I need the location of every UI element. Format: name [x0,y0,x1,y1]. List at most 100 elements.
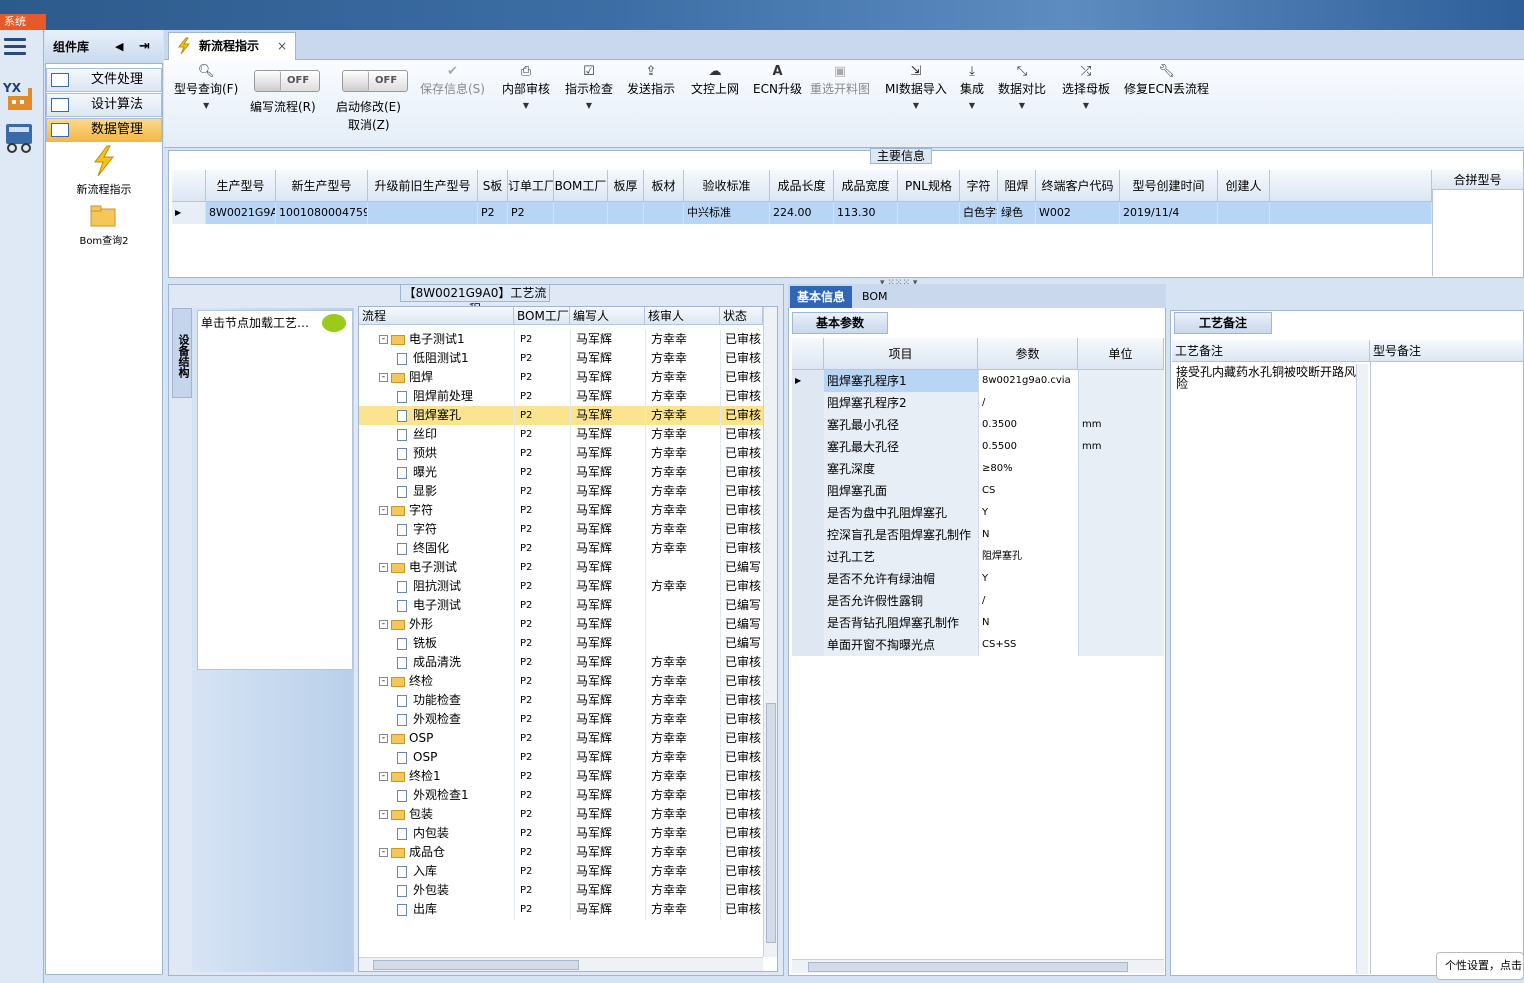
flow-node[interactable]: - 阻焊 [379,368,514,387]
col-header-8[interactable]: 板材 [644,170,684,202]
flow-row[interactable]: - 电子测试1 P2 马军辉 方幸幸 已审核 [359,330,763,349]
col-header-10[interactable]: 成品长度 [770,170,834,202]
flow-row[interactable]: 电子测试 P2 马军辉 已编写 [359,596,763,615]
params-horizontal-scrollbar[interactable] [792,959,1164,973]
param-value[interactable]: 阻焊塞孔 [978,546,1078,568]
flow-row[interactable]: 外包装 P2 马军辉 方幸幸 已审核 [359,881,763,900]
flow-node[interactable]: 成品清洗 [397,653,532,672]
flow-node[interactable]: 铣板 [397,634,532,653]
flow-row[interactable]: - 外形 P2 马军辉 已编写 [359,615,763,634]
param-row[interactable]: 是否背钻孔阻焊塞孔制作 N [792,612,1164,634]
flow-row[interactable]: 入库 P2 马军辉 方幸幸 已审核 [359,862,763,881]
col-header-14[interactable]: 阻焊 [998,170,1036,202]
send-instruction-button[interactable]: ⇪ 发送指示 [627,64,675,97]
flow-node[interactable]: 字符 [397,520,532,539]
tab-basic-info[interactable]: 基本信息 [790,286,852,308]
col-header-5[interactable]: 订单工厂 [508,170,554,202]
select-motherboard-button[interactable]: ⤮ 选择母板 ▼ [1062,64,1110,111]
dropdown-arrow-icon[interactable]: ▼ [1019,101,1025,110]
flow-col-header[interactable]: 核审人 [645,307,720,325]
mi-import-button[interactable]: ⇲ MI数据导入 ▼ [885,64,947,111]
model-query-button[interactable]: 🔍︎ 型号查询(F) ▼ [174,64,238,111]
chat-bubble-icon[interactable] [322,314,346,332]
flow-node[interactable]: 阻焊塞孔 [397,406,532,425]
repair-ecn-button[interactable]: 🔧︎ 修复ECN丢流程 [1124,64,1209,97]
flow-col-header[interactable]: 状态 [720,307,763,325]
flow-col-header[interactable]: 流程 [359,307,514,325]
cell-2[interactable]: 10010800047596 [276,202,368,224]
flow-node[interactable]: - 字符 [379,501,514,520]
params-col-header[interactable]: 参数 [978,338,1078,370]
col-header-1[interactable]: 生产型号 [206,170,276,202]
flow-node[interactable]: - 电子测试 [379,558,514,577]
tab-new-flow[interactable]: 新流程指示 × [168,32,296,60]
param-value[interactable]: CS+SS [978,634,1078,656]
flow-row[interactable]: 阻抗测试 P2 马军辉 方幸幸 已审核 [359,577,763,596]
param-value[interactable]: 0.5500 [978,436,1078,458]
flow-col-header[interactable]: 编写人 [570,307,645,325]
param-row-indicator[interactable]: ▶ [792,370,824,392]
flow-row[interactable]: OSP P2 马军辉 方幸幸 已审核 [359,748,763,767]
param-value[interactable]: / [978,392,1078,414]
flow-row[interactable]: 阻焊塞孔 P2 马军辉 方幸幸 已审核 [359,406,763,425]
param-row-indicator[interactable] [792,502,824,524]
col-header-12[interactable]: PNL规格 [898,170,960,202]
launcher-new-flow[interactable]: 新流程指示 [64,144,144,197]
flow-row[interactable]: 内包装 P2 马军辉 方幸幸 已审核 [359,824,763,843]
cell-9[interactable]: 中兴标准 [684,202,770,224]
param-value[interactable]: CS [978,480,1078,502]
flow-vertical-scrollbar[interactable] [763,307,777,957]
cell-16[interactable]: 2019/11/4 [1120,202,1218,224]
cell-17[interactable] [1218,202,1270,224]
collapse-icon[interactable]: - [379,848,388,857]
param-row-indicator[interactable] [792,392,824,414]
col-header-17[interactable]: 创建人 [1218,170,1270,202]
cell-5[interactable]: P2 [508,202,554,224]
row-indicator[interactable]: ▶ [172,202,206,224]
col-header-4[interactable]: S板 [478,170,508,202]
comp-item-data-management[interactable]: 数据管理 [46,118,162,142]
collapse-icon[interactable]: - [379,335,388,344]
param-value[interactable]: / [978,590,1078,612]
flow-row[interactable]: 铣板 P2 马军辉 已编写 [359,634,763,653]
flow-horizontal-scrollbar[interactable] [359,957,763,971]
param-row-indicator[interactable] [792,436,824,458]
flow-node[interactable]: 丝印 [397,425,532,444]
flow-node[interactable]: 预烘 [397,444,532,463]
flow-node[interactable]: OSP [397,748,532,767]
col-header-11[interactable]: 成品宽度 [834,170,898,202]
cancel-button[interactable]: 取消(Z) [348,116,390,133]
col-header-2[interactable]: 新生产型号 [276,170,368,202]
collapse-icon[interactable]: - [379,506,388,515]
flow-node[interactable]: - 终检 [379,672,514,691]
collapse-icon[interactable]: - [379,734,388,743]
flow-node[interactable]: - 电子测试1 [379,330,514,349]
cell-13[interactable]: 白色字符 [960,202,998,224]
dropdown-arrow-icon[interactable]: ▼ [969,101,975,110]
device-structure-tab[interactable]: 设备结构 [172,308,192,398]
cell-1[interactable]: 8W0021G9A0 [206,202,276,224]
start-edit-toggle[interactable]: OFF [342,70,408,92]
launcher-bom-query[interactable]: Bom查询2 [64,203,144,247]
factory-icon[interactable]: YX [2,78,38,114]
param-row[interactable]: 是否不允许有绿油帽 Y [792,568,1164,590]
param-value[interactable]: Y [978,568,1078,590]
ecn-upgrade-button[interactable]: A ECN升级 [753,64,802,97]
process-remark-text[interactable]: 接受孔内藏药水孔铜被咬断开路风险 [1176,366,1356,390]
cell-15[interactable]: W002 [1036,202,1120,224]
col-header-15[interactable]: 终端客户代码 [1036,170,1120,202]
param-value[interactable]: 0.3500 [978,414,1078,436]
flow-row[interactable]: - 终检1 P2 马军辉 方幸幸 已审核 [359,767,763,786]
hamburger-icon[interactable] [4,38,26,56]
comp-item-file-processing[interactable]: 文件处理 [46,68,162,92]
param-row[interactable]: 塞孔最小孔径 0.3500 mm [792,414,1164,436]
dropdown-arrow-icon[interactable]: ▼ [1083,101,1089,110]
flow-node[interactable]: - 终检1 [379,767,514,786]
system-menu-button[interactable]: 系统 [0,14,46,30]
tab-bom[interactable]: BOM [862,286,902,308]
collapse-icon[interactable]: - [379,373,388,382]
flow-node[interactable]: 出库 [397,900,532,919]
flow-node[interactable]: 低阻测试1 [397,349,532,368]
reselect-drawing-button[interactable]: ▣ 重选开料图 [810,64,870,97]
collapse-icon[interactable]: - [379,563,388,572]
